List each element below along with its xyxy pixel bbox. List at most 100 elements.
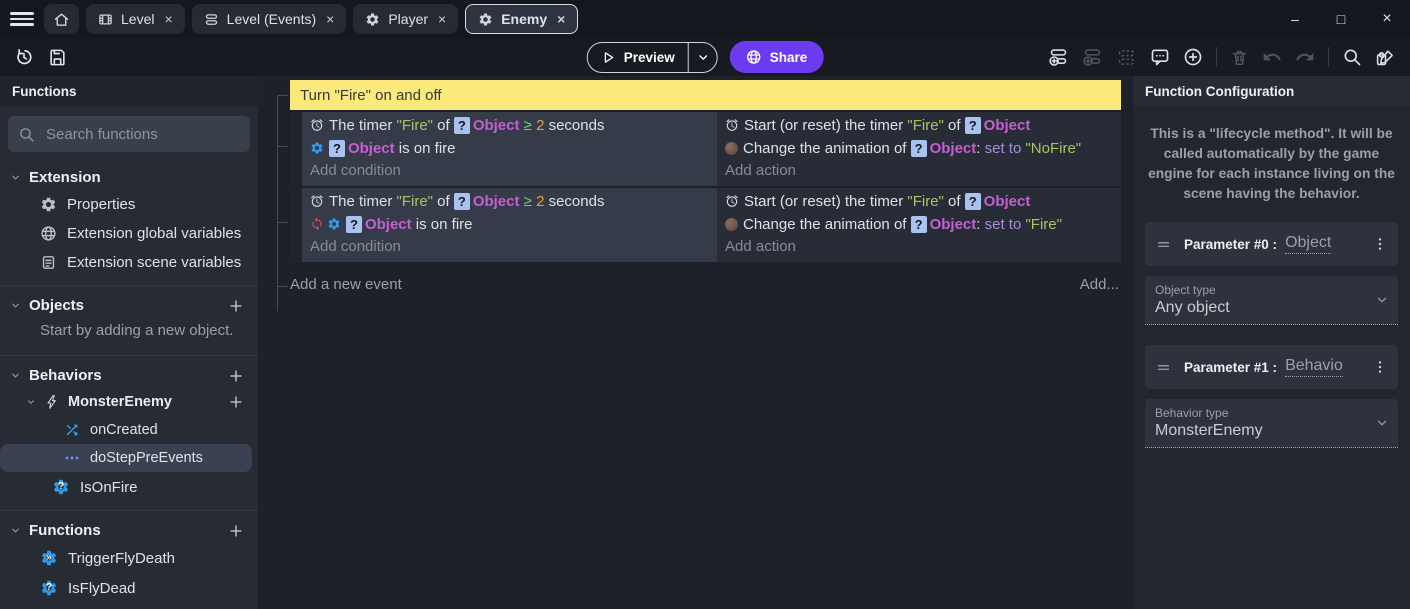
save-icon[interactable] <box>48 48 67 67</box>
section-functions: Functions »TriggerFlyDeath ?IsFlyDead <box>0 510 258 607</box>
sidebar-item-properties[interactable]: Properties <box>0 190 258 219</box>
section-functions-header[interactable]: Functions <box>0 518 258 543</box>
globe-icon <box>746 49 762 65</box>
parameter-0-name-field[interactable]: Object <box>1285 234 1331 254</box>
chevron-down-icon <box>1375 416 1389 430</box>
lifecycle-dots-icon <box>64 450 80 466</box>
parameter-1-name-field[interactable]: Behavio <box>1285 357 1343 377</box>
search-functions-input[interactable] <box>44 125 247 144</box>
close-tab-icon[interactable]: × <box>326 11 334 27</box>
tab-level[interactable]: Level× <box>86 4 185 34</box>
chevron-down-icon <box>10 370 21 381</box>
method-oncreated[interactable]: onCreated <box>0 416 258 444</box>
toolbar-separator <box>1216 47 1217 67</box>
action-start-timer[interactable]: Start (or reset) the timer "Fire" of ?Ob… <box>725 114 1113 137</box>
search-icon[interactable] <box>1342 47 1362 67</box>
sidebar-item-global-variables[interactable]: Extension global variables <box>0 219 258 248</box>
add-function-to-behavior-icon[interactable] <box>228 394 244 410</box>
close-button[interactable]: × <box>1364 10 1410 28</box>
event-1-actions: Start (or reset) the timer "Fire" of ?Ob… <box>717 112 1121 186</box>
action-start-timer[interactable]: Start (or reset) the timer "Fire" of ?Ob… <box>725 190 1113 213</box>
section-extension: Extension Properties Extension global va… <box>0 158 258 281</box>
object-type-select[interactable]: Object type Any object <box>1145 276 1398 325</box>
action-gear-icon: » <box>40 549 58 567</box>
add-new-event-row: Add a new event Add... <box>290 276 1121 293</box>
close-tab-icon[interactable]: × <box>164 11 172 27</box>
globe-icon <box>40 225 57 242</box>
tab-level-events[interactable]: Level (Events)× <box>192 4 347 34</box>
event-2-actions: Start (or reset) the timer "Fire" of ?Ob… <box>717 188 1121 262</box>
add-subevent-icon <box>1082 47 1103 68</box>
behavior-gear-icon <box>327 217 341 231</box>
section-title: Objects <box>29 297 84 314</box>
behavior-monsterenemy[interactable]: MonsterEnemy <box>0 388 258 416</box>
action-change-animation[interactable]: Change the animation of ?Object: set to … <box>725 213 1113 236</box>
home-icon <box>53 11 70 28</box>
extension-icon <box>478 12 493 27</box>
close-tab-icon[interactable]: × <box>557 11 565 27</box>
chevron-down-icon <box>10 300 21 311</box>
add-action-link[interactable]: Add action <box>725 160 1113 182</box>
toolbar-separator <box>1328 47 1329 67</box>
condition-is-on-fire[interactable]: ?Object is on fire <box>310 137 709 160</box>
drag-handle-icon[interactable] <box>1155 236 1172 253</box>
condition-is-on-fire-inverted[interactable]: ?Object is on fire <box>310 213 709 236</box>
event-2-conditions: The timer "Fire" of ?Object ≥ 2 seconds … <box>302 188 717 262</box>
tab-home[interactable] <box>44 4 79 34</box>
chevron-down-icon <box>1375 293 1389 307</box>
method-dostepprevents[interactable]: doStepPreEvents <box>0 444 252 472</box>
drag-handle-icon[interactable] <box>1155 359 1172 376</box>
edit-extension-icon[interactable] <box>1375 47 1396 68</box>
main-menu-icon[interactable] <box>10 7 34 31</box>
version-history-icon[interactable] <box>14 47 34 67</box>
object-param-badge: ? <box>346 216 362 233</box>
add-circle-icon[interactable] <box>1183 47 1203 67</box>
tab-label: Player <box>388 11 428 27</box>
parameter-0-card[interactable]: Parameter #0 : Object <box>1145 222 1398 266</box>
kebab-menu-icon[interactable] <box>1372 359 1388 375</box>
event-drag-strip[interactable] <box>290 188 302 262</box>
preview-dropdown[interactable] <box>688 43 717 72</box>
kebab-menu-icon[interactable] <box>1372 236 1388 252</box>
section-objects: Objects Start by adding a new object. <box>0 285 258 351</box>
function-isflydead[interactable]: ?IsFlyDead <box>0 573 258 603</box>
close-tab-icon[interactable]: × <box>438 11 446 27</box>
section-behaviors-header[interactable]: Behaviors <box>0 363 258 388</box>
objects-empty-text: Start by adding a new object. <box>0 318 258 347</box>
search-functions-box[interactable] <box>8 116 250 152</box>
add-action-link[interactable]: Add action <box>725 236 1113 258</box>
add-event-icon[interactable] <box>1048 47 1069 68</box>
sidebar-item-scene-variables[interactable]: Extension scene variables <box>0 248 258 277</box>
maximize-button[interactable]: □ <box>1318 11 1364 27</box>
condition-timer[interactable]: The timer "Fire" of ?Object ≥ 2 seconds <box>310 190 709 213</box>
preview-button[interactable]: Preview <box>587 42 718 73</box>
add-more-link[interactable]: Add... <box>1080 276 1121 293</box>
minimize-button[interactable]: – <box>1272 11 1318 27</box>
condition-gear-icon: ? <box>52 478 70 496</box>
add-condition-link[interactable]: Add condition <box>310 160 709 182</box>
action-change-animation[interactable]: Change the animation of ?Object: set to … <box>725 137 1113 160</box>
behavior-type-select[interactable]: Behavior type MonsterEnemy <box>1145 399 1398 448</box>
function-triggerflydeath[interactable]: »TriggerFlyDeath <box>0 543 258 573</box>
add-comment-icon[interactable] <box>1150 47 1170 67</box>
share-button[interactable]: Share <box>730 41 824 73</box>
comment-event[interactable]: Turn "Fire" on and off <box>290 80 1121 110</box>
add-behavior-icon[interactable] <box>228 368 244 384</box>
condition-timer[interactable]: The timer "Fire" of ?Object ≥ 2 seconds <box>310 114 709 137</box>
section-objects-header[interactable]: Objects <box>0 293 258 318</box>
section-extension-header[interactable]: Extension <box>0 165 258 190</box>
chevron-down-icon <box>10 172 21 183</box>
events-sheet: Turn "Fire" on and off The timer "Fire" … <box>258 76 1133 609</box>
function-isonfire[interactable]: ?IsOnFire <box>0 472 258 502</box>
tab-label: Enemy <box>501 11 547 27</box>
object-param-badge: ? <box>911 216 927 233</box>
tab-player[interactable]: Player × <box>353 4 458 34</box>
add-object-icon[interactable] <box>228 298 244 314</box>
condition-gear-icon: ? <box>40 579 58 597</box>
tab-enemy[interactable]: Enemy × <box>465 4 578 34</box>
add-condition-link[interactable]: Add condition <box>310 236 709 258</box>
parameter-1-card[interactable]: Parameter #1 : Behavio <box>1145 345 1398 389</box>
event-drag-strip[interactable] <box>290 112 302 186</box>
add-new-event-link[interactable]: Add a new event <box>290 276 402 293</box>
add-function-icon[interactable] <box>228 523 244 539</box>
